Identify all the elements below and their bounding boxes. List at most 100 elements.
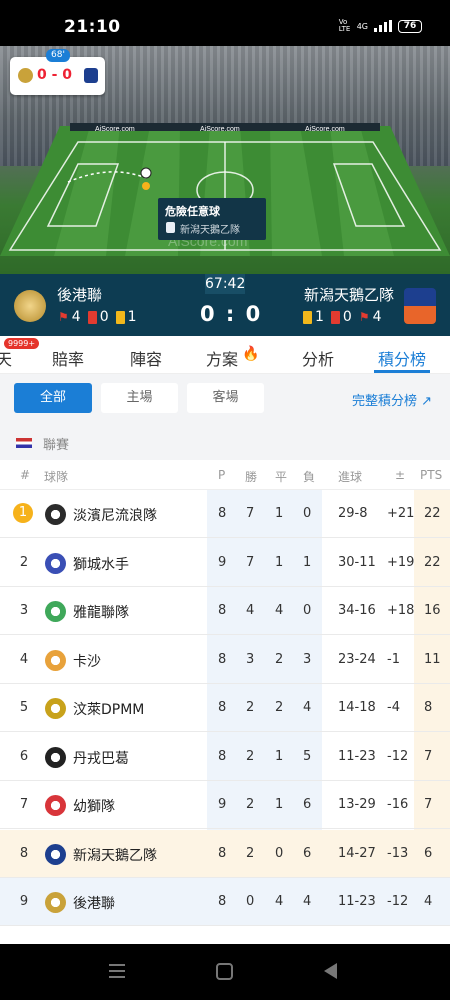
cell-played: 8	[218, 845, 227, 861]
fire-icon: 🔥	[242, 346, 260, 362]
cell-won: 4	[246, 603, 255, 618]
cell-drawn: 1	[275, 797, 284, 812]
red-card-icon	[330, 310, 340, 324]
ad-board-text-2: AiScore.com	[200, 126, 240, 133]
cell-played: 9	[218, 554, 227, 570]
cell-team-name: 雅龍聯隊	[73, 605, 129, 621]
cell-team-name: 新潟天鵝乙隊	[73, 847, 157, 864]
home-team-mini-crest	[18, 68, 33, 83]
cell-lost: 4	[303, 700, 312, 715]
team-logo-icon	[45, 795, 66, 816]
back-icon[interactable]	[324, 963, 337, 979]
yellow-card-icon	[115, 310, 125, 324]
table-row[interactable]: 3 雅龍聯隊 8 4 4 0 34-16 +18 16	[0, 587, 450, 635]
away-stats: 1 0 ⚑ 4	[303, 309, 382, 325]
cell-team-name: 汶萊DPMM	[73, 702, 145, 718]
menu-icon[interactable]	[109, 964, 125, 978]
cell-rank: 9	[19, 894, 29, 909]
cell-won: 2	[246, 700, 255, 715]
cell-drawn: 0	[275, 845, 284, 861]
table-row[interactable]: 7 幼獅隊 9 2 1 6 13-29 -16 7	[0, 781, 450, 829]
yellow-card-icon	[303, 310, 312, 324]
battery-icon: 76	[398, 19, 422, 33]
tab-analysis[interactable]: 分析	[302, 346, 334, 370]
home-team-crest	[14, 290, 46, 322]
cell-played: 8	[218, 506, 227, 521]
cell-goal-diff: +21	[387, 506, 415, 521]
team-logo-icon	[45, 552, 66, 574]
cell-won: 3	[246, 651, 255, 667]
cell-rank: 2	[19, 554, 29, 570]
player-marker	[142, 182, 150, 190]
filter-all-button[interactable]: 全部	[14, 383, 92, 413]
cell-goals: 29-8	[338, 506, 368, 521]
mini-scoreboard[interactable]: 68' 0 - 0	[10, 49, 105, 95]
cell-lost: 1	[303, 554, 312, 570]
tab-standings[interactable]: 積分榜	[378, 346, 426, 370]
cell-goal-diff: -16	[387, 797, 409, 812]
away-team-name: 新潟天鵝乙隊	[304, 286, 395, 304]
header-team: 球隊	[44, 470, 69, 484]
away-red-cards: 0	[342, 309, 352, 325]
cell-drawn: 2	[275, 651, 284, 667]
header-rank: #	[20, 468, 31, 482]
full-table-link[interactable]: 完整積分榜 ↗	[352, 390, 432, 409]
team-logo-icon	[45, 649, 66, 671]
match-minute: 68'	[46, 49, 70, 62]
cell-played: 8	[218, 700, 227, 715]
standings-header: # 球隊 P 勝 平 負 進球 ± PTS	[0, 460, 450, 490]
team-logo-icon	[45, 843, 66, 865]
table-row[interactable]: 8 新潟天鵝乙隊 8 2 0 6 14-27 -13 6	[0, 829, 450, 878]
header-points: PTS	[420, 468, 443, 482]
cell-goal-diff: -12	[387, 748, 409, 764]
standings-filter-bar: 全部 主場 客場 完整積分榜 ↗	[0, 374, 450, 426]
clock-time: 21:10	[64, 17, 121, 37]
header-lost: 負	[303, 470, 316, 484]
cell-won: 7	[246, 554, 255, 570]
cell-goal-diff: +19	[387, 554, 415, 570]
tab-partial[interactable]: 天	[0, 346, 12, 370]
cell-team-name: 獅城水手	[73, 556, 129, 573]
cell-team-name: 丹戎巴葛	[73, 750, 129, 767]
mini-score: 0 - 0	[37, 67, 73, 83]
team-logo-icon	[45, 504, 66, 525]
ad-board-text-1: AiScore.com	[95, 126, 135, 133]
filter-away-button[interactable]: 客場	[187, 383, 264, 413]
cell-points: 22	[424, 506, 441, 521]
cell-rank: 6	[19, 748, 29, 764]
away-team-mini-crest	[84, 68, 98, 83]
system-nav-bar	[0, 944, 450, 1000]
cell-lost: 0	[303, 506, 312, 521]
table-row[interactable]: 5 汶萊DPMM 8 2 2 4 14-18 -4 8	[0, 684, 450, 732]
table-row[interactable]: 4 卡沙 8 3 2 3 23-24 -1 11	[0, 636, 450, 684]
country-flag-icon	[16, 438, 32, 448]
cell-lost: 6	[303, 797, 312, 812]
table-row[interactable]: 6 丹戎巴葛 8 2 1 5 11-23 -12 7	[0, 733, 450, 781]
ball-icon	[140, 167, 152, 179]
cell-goal-diff: -12	[387, 894, 409, 909]
table-row[interactable]: 9 後港聯 8 0 4 4 11-23 -12 4	[0, 878, 450, 926]
cell-drawn: 1	[275, 748, 284, 764]
tab-lineup[interactable]: 陣容	[130, 346, 162, 370]
tab-tips[interactable]: 方案	[206, 346, 238, 370]
home-corners: 4	[71, 309, 81, 325]
cell-rank: 7	[19, 797, 29, 812]
home-icon[interactable]	[216, 963, 233, 980]
cell-points: 6	[424, 845, 433, 861]
tab-odds[interactable]: 賠率	[52, 346, 84, 370]
cell-points: 7	[424, 748, 433, 764]
away-team-mini-crest	[166, 222, 175, 233]
cell-won: 2	[246, 797, 255, 812]
table-row[interactable]: 2 獅城水手 9 7 1 1 30-11 +19 22	[0, 539, 450, 587]
league-label: 聯賽	[43, 438, 70, 453]
cell-goals: 11-23	[338, 748, 376, 764]
cell-goals: 23-24	[338, 651, 376, 667]
home-team-name: 後港聯	[57, 286, 103, 304]
cell-goal-diff: -1	[387, 651, 400, 667]
network-label: 4G	[356, 21, 368, 31]
filter-home-button[interactable]: 主場	[101, 383, 178, 413]
cell-won: 2	[246, 748, 255, 764]
table-row[interactable]: 1 淡濱尼流浪隊 8 7 1 0 29-8 +21 22	[0, 490, 450, 538]
cell-won: 7	[246, 506, 255, 521]
cell-team-name: 幼獅隊	[73, 799, 115, 815]
